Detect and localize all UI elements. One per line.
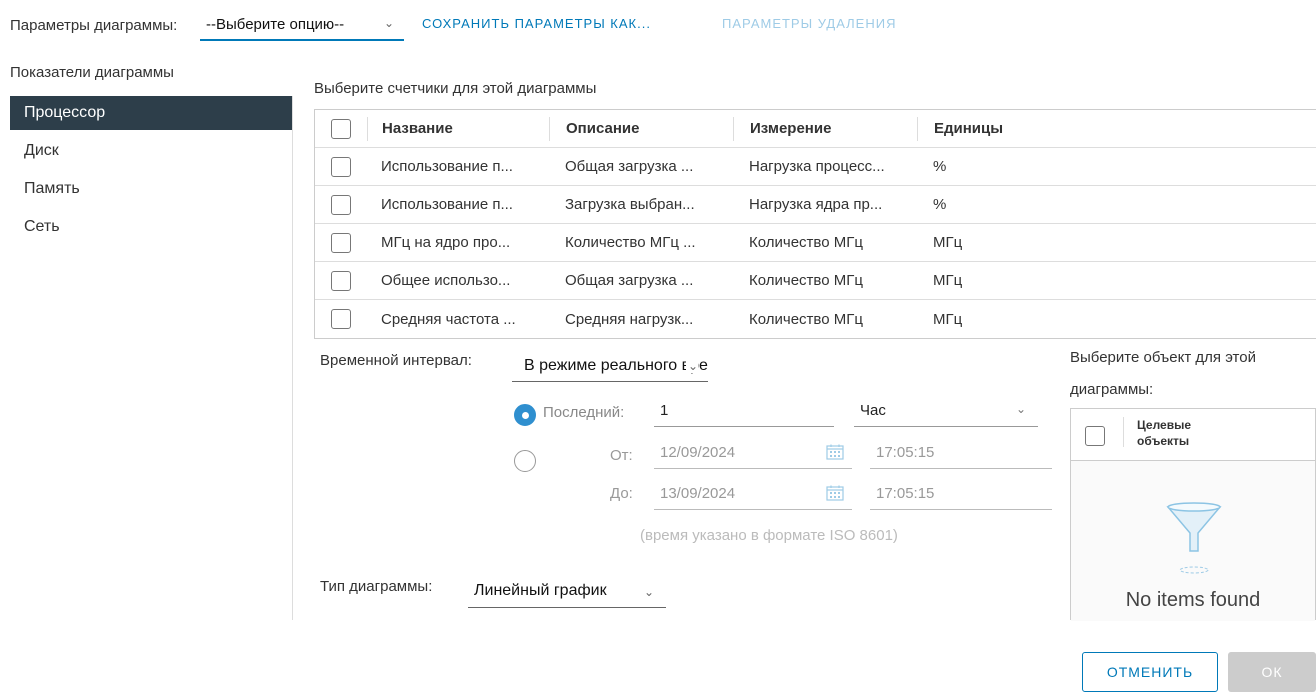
last-period-radio[interactable] — [514, 404, 536, 426]
last-period-label: Последний: — [543, 404, 625, 421]
to-time-input[interactable]: 17:05:15 — [870, 482, 1052, 510]
date-range-radio[interactable] — [514, 450, 536, 472]
cell-description: Средняя нагрузк... — [565, 310, 694, 328]
table-row[interactable]: Использование п... Загрузка выбран... На… — [315, 186, 1316, 224]
cell-name: Использование п... — [381, 196, 513, 213]
iso-format-note: (время указано в формате ISO 8601) — [640, 527, 898, 544]
target-objects-column-header[interactable]: Целевые объекты — [1137, 417, 1237, 449]
metric-item-cpu[interactable]: Процессор — [10, 96, 292, 130]
cell-units: МГц — [933, 234, 963, 251]
chart-type-value: Линейный график — [474, 582, 607, 599]
last-period-input[interactable]: 1 — [654, 399, 834, 427]
table-header: Название Описание Измерение Единицы — [315, 110, 1316, 148]
row-checkbox[interactable] — [331, 232, 351, 253]
cell-description: Количество МГц ... — [565, 234, 696, 251]
cell-measurement: Количество МГц — [749, 234, 863, 251]
from-label: От: — [610, 447, 633, 464]
objects-title: Выберите объект для этой диаграммы: — [1070, 349, 1256, 398]
cell-name: МГц на ядро про... — [381, 234, 511, 251]
target-objects-header: Целевые объекты — [1071, 409, 1315, 461]
chart-options-select[interactable]: --Выберите опцию-- ⌄ — [200, 10, 404, 41]
chart-options-label-wrap: Параметры диаграммы: — [10, 10, 177, 40]
cell-name: Использование п... — [381, 158, 513, 175]
table-row[interactable]: Средняя частота ... Средняя нагрузк... К… — [315, 300, 1316, 338]
cell-name: Средняя частота ... — [381, 310, 516, 328]
time-interval-select[interactable]: В режиме реального времени ⌄ — [512, 352, 708, 382]
cancel-button[interactable]: ОТМЕНИТЬ — [1082, 652, 1218, 692]
ok-button[interactable]: ОК — [1228, 652, 1316, 692]
delete-options-button[interactable]: ПАРАМЕТРЫ УДАЛЕНИЯ — [722, 10, 896, 36]
table-row[interactable]: МГц на ядро про... Количество МГц ... Ко… — [315, 224, 1316, 262]
chart-options-label: Параметры диаграммы: — [10, 16, 178, 34]
to-date-input[interactable]: 13/09/2024 — [654, 482, 852, 510]
metric-item-network[interactable]: Сеть — [10, 208, 292, 246]
chart-type-select[interactable]: Линейный график ⌄ — [468, 576, 666, 608]
chevron-down-icon: ⌄ — [643, 585, 654, 599]
chevron-down-icon: ⌄ — [1015, 402, 1026, 416]
last-period-unit-select[interactable]: Час ⌄ — [854, 399, 1038, 427]
calendar-icon[interactable] — [826, 444, 844, 460]
counters-title: Выберите счетчики для этой диаграммы — [314, 80, 597, 97]
last-period-unit-value: Час — [860, 402, 886, 419]
select-all-objects-checkbox[interactable] — [1085, 426, 1105, 446]
table-row[interactable]: Использование п... Общая загрузка ... На… — [315, 148, 1316, 186]
calendar-icon[interactable] — [826, 485, 844, 501]
cell-measurement: Нагрузка процесс... — [749, 158, 885, 175]
cell-units: МГц — [933, 310, 963, 328]
cell-description: Общая загрузка ... — [565, 272, 694, 289]
column-header-units[interactable]: Единицы — [917, 116, 1316, 141]
select-all-checkbox[interactable] — [331, 118, 351, 139]
metrics-list: Процессор Диск Память Сеть — [10, 96, 293, 620]
target-objects-body: No items found — [1071, 461, 1315, 621]
cell-measurement: Количество МГц — [749, 272, 863, 289]
row-checkbox[interactable] — [331, 156, 351, 177]
chevron-down-icon: ⌄ — [685, 359, 698, 373]
target-objects-panel: Целевые объекты No items found — [1070, 408, 1316, 621]
column-header-description[interactable]: Описание — [549, 116, 733, 141]
counters-table: Название Описание Измерение Единицы Испо… — [314, 109, 1316, 339]
metric-item-memory[interactable]: Память — [10, 170, 292, 208]
empty-filter-icon — [1166, 502, 1222, 574]
chart-options-value: --Выберите опцию-- — [206, 16, 345, 33]
cell-description: Общая загрузка ... — [565, 158, 694, 175]
chart-type-label: Тип диаграммы: — [320, 578, 433, 595]
table-row[interactable]: Общее использо... Общая загрузка ... Кол… — [315, 262, 1316, 300]
metric-item-disk[interactable]: Диск — [10, 132, 292, 170]
cell-units: МГц — [933, 272, 963, 289]
cell-measurement: Количество МГц — [749, 310, 863, 328]
cell-description: Загрузка выбран... — [565, 196, 695, 213]
row-checkbox[interactable] — [331, 194, 351, 215]
column-header-measurement[interactable]: Измерение — [733, 116, 917, 141]
cell-name: Общее использо... — [381, 272, 511, 289]
row-checkbox[interactable] — [331, 270, 351, 291]
save-options-as-button[interactable]: СОХРАНИТЬ ПАРАМЕТРЫ КАК... — [422, 10, 651, 36]
row-checkbox[interactable] — [331, 309, 351, 329]
chevron-down-icon: ⌄ — [383, 16, 394, 30]
metrics-title: Показатели диаграммы — [10, 64, 174, 81]
to-date-value: 13/09/2024 — [660, 485, 736, 502]
no-items-message: No items found — [1125, 589, 1261, 611]
from-time-input[interactable]: 17:05:15 — [870, 441, 1052, 469]
time-interval-label: Временной интервал: — [320, 352, 472, 369]
column-divider — [1123, 417, 1124, 447]
cell-units: % — [933, 158, 947, 175]
to-label: До: — [610, 485, 633, 502]
from-date-input[interactable]: 12/09/2024 — [654, 441, 852, 469]
cell-units: % — [933, 196, 947, 213]
cell-measurement: Нагрузка ядра пр... — [749, 196, 883, 213]
from-date-value: 12/09/2024 — [660, 444, 736, 461]
time-interval-value: В режиме реального времени — [524, 357, 708, 374]
column-header-name[interactable]: Название — [367, 116, 549, 141]
